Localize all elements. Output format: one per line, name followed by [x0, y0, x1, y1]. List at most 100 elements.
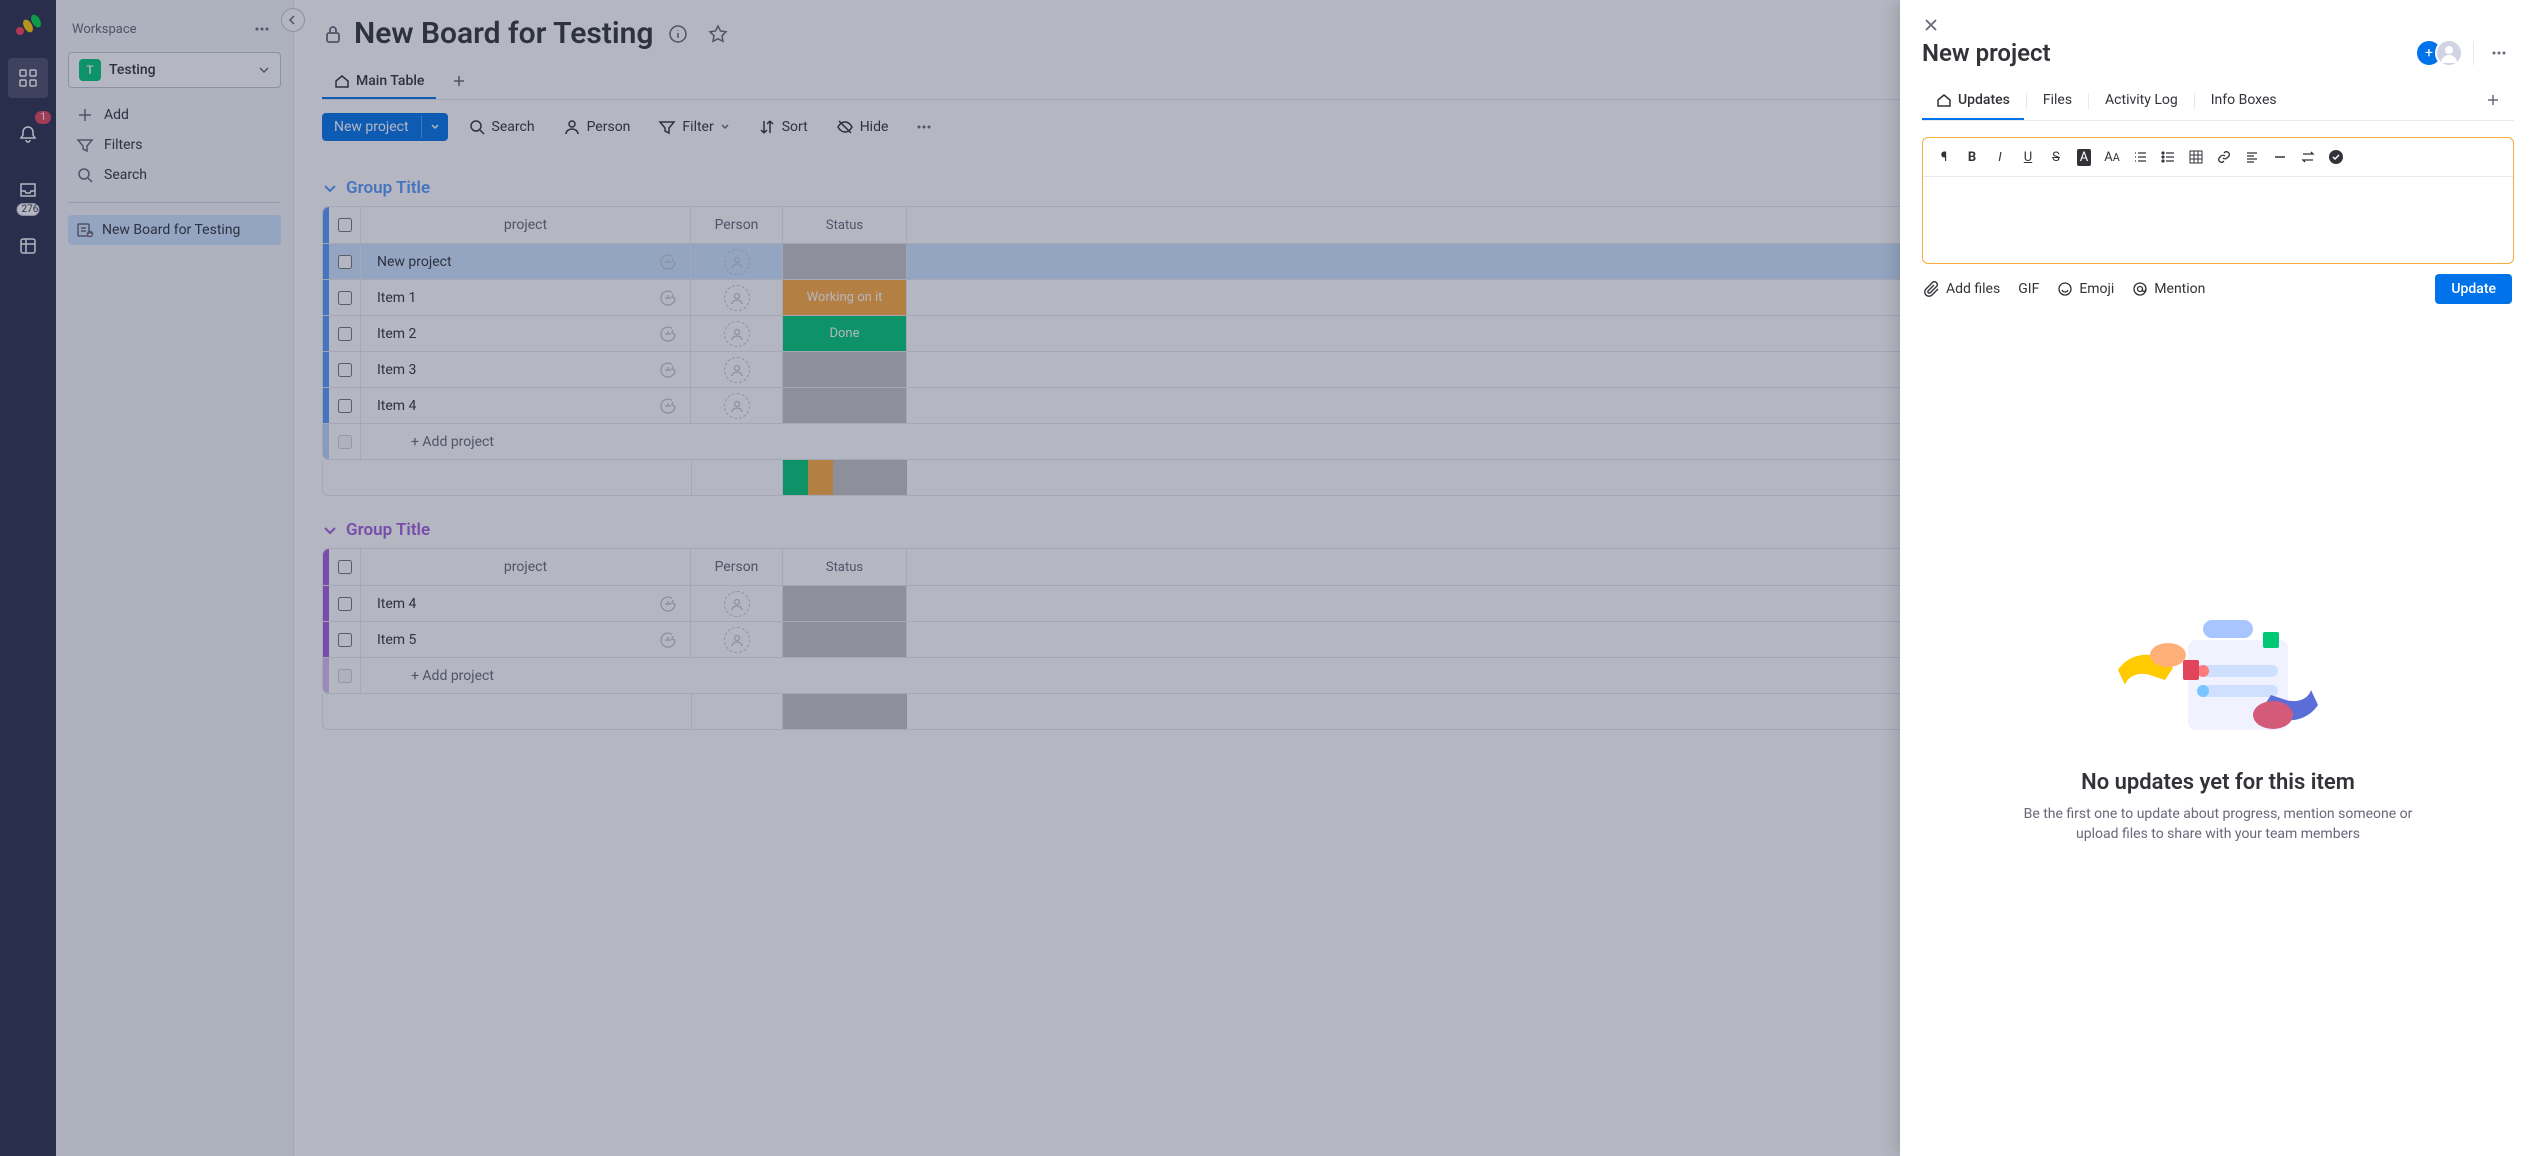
format-hr-button[interactable]	[2267, 144, 2293, 170]
cell-status[interactable]	[783, 622, 907, 657]
open-updates-icon[interactable]	[658, 396, 678, 416]
select-all-checkbox[interactable]	[338, 218, 352, 232]
sidebar-search-button[interactable]: Search	[68, 160, 281, 190]
info-icon[interactable]	[663, 19, 693, 49]
cell-name[interactable]: Item 4	[361, 586, 691, 621]
toolbar-sort-button[interactable]: Sort	[750, 112, 816, 142]
open-updates-icon[interactable]	[658, 594, 678, 614]
add-view-button[interactable]	[440, 66, 478, 98]
column-header-person[interactable]: Person	[691, 549, 783, 585]
format-table-button[interactable]	[2183, 144, 2209, 170]
toolbar-hide-button[interactable]: Hide	[828, 112, 897, 142]
add-files-button[interactable]: Add files	[1924, 281, 2000, 297]
sidebar-board-link[interactable]: New Board for Testing	[68, 215, 281, 245]
board-title[interactable]: New Board for Testing	[354, 16, 653, 51]
panel-tab-updates[interactable]: Updates	[1922, 82, 2024, 120]
mention-icon	[2132, 281, 2148, 297]
cell-name[interactable]: Item 5	[361, 622, 691, 657]
cell-person[interactable]	[691, 280, 783, 315]
column-header-person[interactable]: Person	[691, 207, 783, 243]
format-fontsize-button[interactable]: AA	[2099, 144, 2125, 170]
cell-person[interactable]	[691, 586, 783, 621]
cell-person[interactable]	[691, 622, 783, 657]
open-updates-icon[interactable]	[658, 324, 678, 344]
format-strike-button[interactable]: S	[2043, 144, 2069, 170]
toolbar-more-button[interactable]	[908, 113, 940, 141]
workspace-picker[interactable]: T Testing	[68, 52, 281, 88]
cell-name[interactable]: Item 4	[361, 388, 691, 423]
open-updates-icon[interactable]	[658, 252, 678, 272]
notifications-button[interactable]: 1	[8, 114, 48, 154]
format-rtl-button[interactable]	[2295, 144, 2321, 170]
cell-status[interactable]	[783, 586, 907, 621]
cell-person[interactable]	[691, 352, 783, 387]
collapse-sidebar-button[interactable]	[281, 8, 305, 32]
workspace-menu-button[interactable]	[247, 14, 277, 44]
column-header-status[interactable]: Status	[783, 549, 907, 585]
format-bold-button[interactable]: B	[1959, 144, 1985, 170]
format-checklist-button[interactable]	[2323, 144, 2349, 170]
app-logo[interactable]	[12, 10, 44, 42]
format-underline-button[interactable]: U	[2015, 144, 2041, 170]
cell-person[interactable]	[691, 244, 783, 279]
my-work-button[interactable]	[8, 226, 48, 266]
toolbar-search-button[interactable]: Search	[460, 112, 543, 142]
favorite-icon[interactable]	[703, 19, 733, 49]
cell-status[interactable]: Done	[783, 316, 907, 351]
new-item-dropdown[interactable]	[421, 116, 448, 138]
cell-status[interactable]	[783, 352, 907, 387]
column-header-name[interactable]: project	[361, 207, 691, 243]
subscribers-avatars[interactable]: +	[2415, 39, 2463, 67]
format-italic-button[interactable]: I	[1987, 144, 2013, 170]
cell-name[interactable]: Item 1	[361, 280, 691, 315]
row-checkbox[interactable]	[338, 363, 352, 377]
format-textcolor-button[interactable]: A	[2071, 144, 2097, 170]
sidebar-add-button[interactable]: Add	[68, 100, 281, 130]
cell-name[interactable]: New project	[361, 244, 691, 279]
gif-button[interactable]: GIF	[2018, 281, 2039, 297]
format-link-button[interactable]	[2211, 144, 2237, 170]
cell-name[interactable]: Item 3	[361, 352, 691, 387]
panel-tab-activity[interactable]: Activity Log	[2091, 82, 2192, 120]
toolbar-person-button[interactable]: Person	[555, 112, 639, 142]
mention-button[interactable]: Mention	[2132, 281, 2205, 297]
cell-status[interactable]	[783, 244, 907, 279]
open-updates-icon[interactable]	[658, 630, 678, 650]
tab-main-table[interactable]: Main Table	[322, 65, 436, 99]
cell-status[interactable]	[783, 388, 907, 423]
cell-person[interactable]	[691, 316, 783, 351]
format-ul-button[interactable]	[2155, 144, 2181, 170]
panel-close-button[interactable]	[1922, 16, 2514, 34]
format-ol-button[interactable]	[2127, 144, 2153, 170]
format-align-button[interactable]	[2239, 144, 2265, 170]
cell-person[interactable]	[691, 388, 783, 423]
row-checkbox[interactable]	[338, 255, 352, 269]
open-updates-icon[interactable]	[658, 360, 678, 380]
inbox-button[interactable]: 276	[8, 170, 48, 210]
row-checkbox[interactable]	[338, 597, 352, 611]
cell-name[interactable]: Item 2	[361, 316, 691, 351]
workspaces-button[interactable]	[8, 58, 48, 98]
cell-status[interactable]: Working on it	[783, 280, 907, 315]
emoji-button[interactable]: Emoji	[2057, 281, 2114, 297]
new-item-button[interactable]: New project	[322, 113, 448, 141]
column-header-status[interactable]: Status	[783, 207, 907, 243]
inbox-badge: 276	[17, 203, 40, 216]
row-checkbox[interactable]	[338, 399, 352, 413]
column-header-name[interactable]: project	[361, 549, 691, 585]
panel-title[interactable]: New project	[1922, 39, 2051, 67]
editor-textarea[interactable]	[1923, 177, 2513, 263]
update-submit-button[interactable]: Update	[2435, 274, 2512, 304]
panel-more-button[interactable]	[2484, 38, 2514, 68]
toolbar-filter-button[interactable]: Filter	[650, 112, 737, 142]
row-checkbox[interactable]	[338, 327, 352, 341]
row-checkbox[interactable]	[338, 291, 352, 305]
panel-add-tab-button[interactable]	[2472, 83, 2514, 119]
panel-tab-files[interactable]: Files	[2029, 82, 2086, 120]
open-updates-icon[interactable]	[658, 288, 678, 308]
panel-tab-info[interactable]: Info Boxes	[2197, 82, 2291, 120]
sidebar-filters-button[interactable]: Filters	[68, 130, 281, 160]
row-checkbox[interactable]	[338, 633, 352, 647]
select-all-checkbox[interactable]	[338, 560, 352, 574]
format-paragraph-button[interactable]: ¶	[1931, 144, 1957, 170]
